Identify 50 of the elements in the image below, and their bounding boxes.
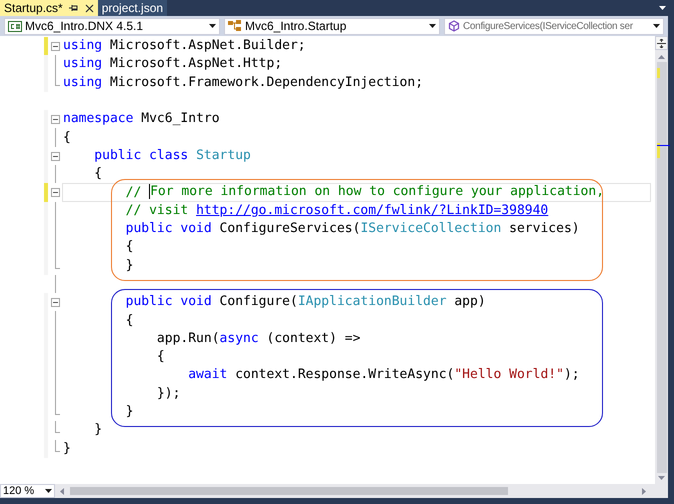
code-line: public void ConfigureServices(IServiceCollection services) xyxy=(124,220,581,238)
collapse-toggle[interactable] xyxy=(51,152,60,161)
code-file-icon xyxy=(8,20,22,32)
code-line: using Microsoft.AspNet.Builder; xyxy=(62,37,307,56)
document-tab[interactable]: project.json xyxy=(98,0,168,16)
collapse-toggle[interactable] xyxy=(51,298,60,308)
code-line: } xyxy=(62,440,72,458)
caret-icon xyxy=(209,24,216,28)
collapse-toggle[interactable] xyxy=(51,115,60,124)
code-line: { xyxy=(156,348,166,366)
code-line: { xyxy=(62,128,72,147)
code-line: } xyxy=(124,256,134,275)
collapse-toggle[interactable] xyxy=(51,42,60,51)
tab-label: Startup.cs* xyxy=(4,0,63,17)
class-icon xyxy=(228,20,242,32)
pin-icon[interactable] xyxy=(68,4,79,12)
code-line: await context.Response.WriteAsync("Hello World!"); xyxy=(187,366,581,384)
code-line: { xyxy=(124,238,134,256)
caret-icon xyxy=(659,6,666,10)
code-line: using Microsoft.AspNet.Http; xyxy=(62,55,284,74)
scroll-left-icon[interactable] xyxy=(60,488,64,494)
code-line: app.Run(async (context) => xyxy=(156,330,362,348)
navigation-dropdown[interactable]: Mvc6_Intro.DNX 4.5.1 xyxy=(4,18,220,34)
caret-icon xyxy=(45,489,52,493)
tab-label: project.json xyxy=(102,0,164,17)
scroll-right-icon[interactable] xyxy=(642,488,646,494)
code-line: public void Configure(IApplicationBuilder app) xyxy=(124,293,487,312)
close-icon[interactable] xyxy=(84,4,94,12)
navigation-dropdown[interactable]: Mvc6_Intro.Startup xyxy=(224,18,440,34)
split-button[interactable] xyxy=(655,36,668,50)
code-link[interactable]: http://go.microsoft.com/fwlink/?LinkID=398940 xyxy=(196,202,548,219)
scroll-down-icon[interactable] xyxy=(658,476,665,480)
code-line: namespace Mvc6_Intro xyxy=(62,110,221,128)
code-line: } xyxy=(124,403,134,422)
code-line: { xyxy=(93,165,104,184)
cube-icon xyxy=(448,20,460,32)
code-line: // visit http://go.microsoft.com/fwlink/?LinkID=398940 xyxy=(124,202,550,220)
collapse-toggle[interactable] xyxy=(51,188,60,198)
code-line: }); xyxy=(156,384,182,403)
caret-icon xyxy=(653,24,660,28)
zoom-dropdown[interactable]: 120 % xyxy=(0,484,55,498)
code-line: { xyxy=(124,312,134,330)
scroll-up-icon[interactable] xyxy=(658,55,665,59)
code-line: public class Startup xyxy=(93,146,252,165)
code-line: } xyxy=(93,421,104,440)
document-tab[interactable]: Startup.cs* xyxy=(0,0,98,16)
code-line: using Microsoft.Framework.DependencyInjection; xyxy=(62,74,424,92)
horizontal-scrollbar-thumb[interactable] xyxy=(70,487,508,495)
caret-icon xyxy=(429,24,436,28)
navigation-dropdown[interactable]: ConfigureServices(IServiceCollection ser xyxy=(444,18,664,34)
